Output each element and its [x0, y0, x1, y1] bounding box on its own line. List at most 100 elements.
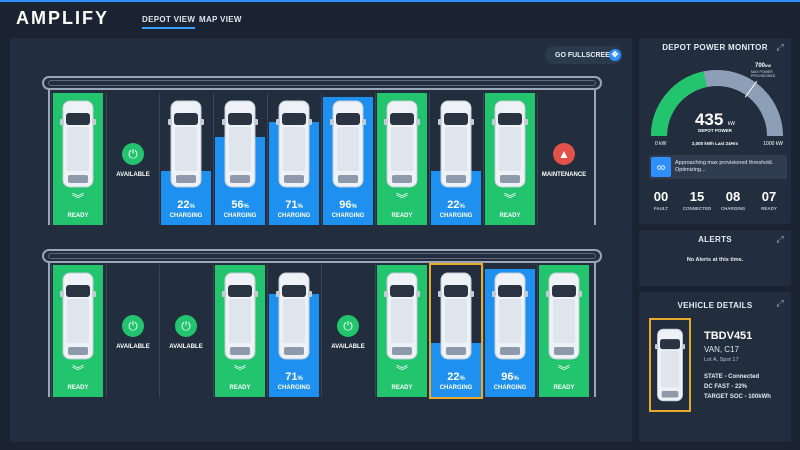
- gauge-max-label: 1000 kW: [763, 141, 783, 147]
- stall-vehicle-ready[interactable]: ︾ READY: [539, 265, 589, 397]
- vehicle-type: VAN, C17: [704, 345, 739, 354]
- stat-value: 15: [689, 189, 705, 204]
- chevrons-down-icon: ︾: [557, 364, 570, 378]
- charge-percent: 71%: [285, 371, 303, 383]
- vehicle-charge-mode: DC FAST - 22%: [704, 384, 748, 390]
- vehicle-image: [222, 100, 258, 188]
- rail-post: [48, 90, 50, 225]
- expand-icon[interactable]: ⤢: [775, 42, 785, 52]
- stall-divider: [375, 265, 376, 397]
- stall-vehicle-charging[interactable]: 96% CHARGING: [485, 265, 535, 397]
- stat-value: 08: [725, 189, 741, 204]
- stall-divider: [483, 93, 484, 225]
- stall-vehicle-charging[interactable]: 71% CHARGING: [269, 93, 319, 225]
- stat-name: READY: [761, 206, 777, 211]
- vehicle-image: [492, 100, 528, 188]
- stall-status-label: CHARGING: [277, 213, 311, 219]
- stall-vehicle-ready[interactable]: ︾ READY: [215, 265, 265, 397]
- stall-divider: [213, 265, 214, 397]
- chevrons-down-icon: ︾: [395, 364, 408, 378]
- power-unit: kW: [727, 121, 736, 127]
- stall-status-label: AVAILABLE: [169, 344, 203, 350]
- stall-vehicle-ready[interactable]: ︾ READY: [485, 93, 535, 225]
- alerts-title: ALERTS: [698, 235, 732, 244]
- stall-available[interactable]: ⏻ AVAILABLE: [159, 315, 213, 350]
- stall-vehicle-ready[interactable]: ︾ READY: [53, 265, 103, 397]
- charging-rail: [42, 249, 602, 263]
- stall-divider: [51, 93, 52, 225]
- vehicle-target-soc: TARGET SOC - 100kWh: [704, 394, 771, 400]
- stall-maintenance[interactable]: ▲ MAINTENANCE: [533, 143, 595, 178]
- stat-connected: 15 CONNECTED: [679, 189, 715, 211]
- vehicle-location: Lot A, Spot 17: [704, 357, 739, 363]
- stall-status-label: AVAILABLE: [116, 344, 150, 350]
- vehicle-image: [384, 100, 420, 188]
- stall-divider: [429, 93, 430, 225]
- stall-status-label: READY: [553, 385, 575, 391]
- stall-status-label: MAINTENANCE: [541, 172, 587, 178]
- alerts-message: No Alerts at this time.: [686, 257, 744, 263]
- stall-available[interactable]: ⏻ AVAILABLE: [106, 315, 160, 350]
- power-readout: 435 kW: [639, 110, 791, 130]
- max-power-value: 700kW: [755, 63, 772, 69]
- stall-vehicle-charging[interactable]: 71% CHARGING: [269, 265, 319, 397]
- vehicle-image: [60, 272, 96, 360]
- selected-stall-frame: [429, 263, 483, 399]
- stall-status-label: CHARGING: [223, 213, 257, 219]
- power-value: 435: [694, 110, 724, 129]
- vehicle-image: [546, 272, 582, 360]
- charging-rail: [42, 76, 602, 90]
- stall-vehicle-charging[interactable]: 22% CHARGING: [161, 93, 211, 225]
- stall-vehicle-ready[interactable]: ︾ READY: [377, 93, 427, 225]
- vehicle-image: [330, 100, 366, 188]
- stat-fault: 00 FAULT: [643, 189, 679, 211]
- stall-status-label: CHARGING: [493, 385, 527, 391]
- stall-status-label: READY: [391, 385, 413, 391]
- stall-status-label: READY: [67, 385, 89, 391]
- charge-percent: 96%: [501, 371, 519, 383]
- stall-status-label: READY: [67, 213, 89, 219]
- app-header: AMPLIFY DEPOT VIEW MAP VIEW: [0, 2, 800, 36]
- chevrons-down-icon: ︾: [395, 192, 408, 206]
- stall-available[interactable]: ⏻ AVAILABLE: [106, 143, 160, 178]
- plug-icon: ⏻: [337, 315, 359, 337]
- charging-rail-inner: [48, 80, 596, 86]
- charge-percent: 22%: [447, 199, 465, 211]
- chevrons-down-icon: ︾: [503, 192, 516, 206]
- stall-vehicle-charging[interactable]: 96% CHARGING: [323, 93, 373, 225]
- tab-map-view[interactable]: MAP VIEW: [199, 15, 242, 24]
- stall-vehicle-charging[interactable]: 56% CHARGING: [215, 93, 265, 225]
- stat-value: 07: [761, 189, 777, 204]
- stall-status-label: CHARGING: [169, 213, 203, 219]
- infinity-icon: ∞: [651, 157, 671, 177]
- stall-status-label: READY: [499, 213, 521, 219]
- stall-available[interactable]: ⏻ AVAILABLE: [321, 315, 375, 350]
- tab-depot-view[interactable]: DEPOT VIEW: [142, 15, 196, 29]
- stall-divider: [483, 265, 484, 397]
- stat-name: FAULT: [653, 206, 669, 211]
- stall-divider: [267, 265, 268, 397]
- stall-vehicle-ready[interactable]: ︾ READY: [53, 93, 103, 225]
- stall-status-label: AVAILABLE: [331, 344, 365, 350]
- fullscreen-button[interactable]: GO FULLSCREEN ✥: [545, 46, 623, 64]
- stall-divider: [537, 265, 538, 397]
- charge-percent: 56%: [231, 199, 249, 211]
- expand-icon[interactable]: ⤢: [775, 234, 785, 244]
- charge-percent: 71%: [285, 199, 303, 211]
- vehicle-image: [60, 100, 96, 188]
- plug-icon: ⏻: [122, 315, 144, 337]
- expand-icon[interactable]: ⤢: [775, 298, 785, 308]
- charge-percent: 22%: [177, 199, 195, 211]
- chevrons-down-icon: ︾: [233, 364, 246, 378]
- chevrons-down-icon: ︾: [71, 364, 84, 378]
- stall-divider: [321, 93, 322, 225]
- vehicle-image: [168, 100, 204, 188]
- max-power-label: MAX POWER PROVISIONED: [751, 70, 776, 78]
- stall-vehicle-charging[interactable]: 22% CHARGING: [431, 93, 481, 225]
- stall-status-label: AVAILABLE: [116, 172, 150, 178]
- vehicle-id: TBDV451: [704, 330, 753, 342]
- stall-vehicle-ready[interactable]: ︾ READY: [377, 265, 427, 397]
- vehicle-image: [222, 272, 258, 360]
- power-value-label: DEPOT POWER: [698, 128, 732, 133]
- stat-name: CHARGING: [720, 206, 746, 211]
